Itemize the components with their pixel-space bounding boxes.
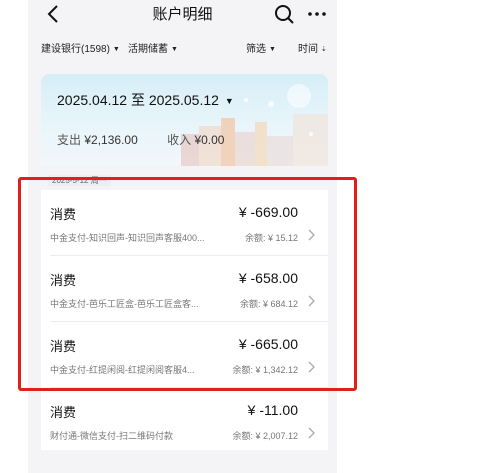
caret-down-icon: ▼ — [224, 96, 234, 106]
date-range-label: 2025.04.12 至 2025.05.12 — [57, 92, 219, 108]
transaction-amount: ¥ -11.00 — [247, 402, 298, 418]
date-group-tag: 2025-5-12 周一 — [48, 175, 111, 186]
expense-label: 支出 — [57, 133, 82, 147]
summary-totals: 支出 ¥2,136.00 收入 ¥0.00 — [57, 131, 224, 148]
transaction-row[interactable]: 消费 ¥ -11.00 财付通-微信支付-扫二维码付款 余额: ¥ 2,007.… — [41, 388, 328, 450]
chevron-right-icon — [308, 361, 315, 373]
navigation-bar: 账户明细 — [28, 0, 337, 27]
income-value: ¥0.00 — [194, 133, 225, 147]
expense-value: ¥2,136.00 — [84, 133, 138, 147]
transaction-balance: 余额: ¥ 2,007.12 — [232, 431, 298, 441]
sort-time-button[interactable]: 时间 ⇣ — [298, 40, 327, 55]
transaction-balance: 余额: ¥ 1,342.12 — [232, 365, 298, 375]
account-label: 建设银行(1598) — [41, 44, 110, 55]
summary-card: 2025.04.12 至 2025.05.12 ▼ 支出 ¥2,136.00 收入… — [41, 74, 328, 166]
transaction-balance: 余额: ¥ 684.12 — [239, 299, 298, 309]
chevron-right-icon — [308, 229, 315, 241]
caret-down-icon: ▼ — [171, 46, 178, 53]
transaction-type: 消费 — [50, 273, 77, 288]
transaction-type: 消费 — [50, 339, 77, 354]
transaction-row[interactable]: 消费 ¥ -669.00 中金支付-知识回声-知识回声客服400... 余额: … — [41, 190, 328, 256]
chevron-right-icon — [308, 295, 315, 307]
transaction-type: 消费 — [50, 405, 77, 420]
filter-button[interactable]: 筛选 ▼ — [246, 40, 276, 55]
deposit-type-selector[interactable]: 活期储蓄 ▼ — [128, 40, 178, 55]
transaction-description: 中金支付-芭乐工匠盒-芭乐工匠盒客... — [50, 299, 199, 309]
caret-down-icon: ▼ — [269, 46, 276, 53]
more-options-icon[interactable] — [306, 3, 328, 25]
transaction-description: 中金支付-知识回声-知识回声客服400... — [50, 233, 205, 243]
search-icon[interactable] — [273, 3, 295, 25]
account-selector[interactable]: 建设银行(1598) ▼ — [41, 40, 120, 55]
sort-icon: ⇣ — [321, 46, 327, 53]
sort-label: 时间 — [298, 44, 318, 55]
income-label: 收入 — [167, 133, 192, 147]
transaction-amount: ¥ -665.00 — [238, 336, 298, 352]
transaction-type: 消费 — [50, 207, 77, 222]
transaction-balance: 余额: ¥ 15.12 — [244, 233, 298, 243]
winter-scene-illustration — [181, 84, 328, 166]
transaction-description: 中金支付-红提闲阅-红提闲阅客服4... — [50, 365, 195, 375]
account-detail-screen: 账户明细 建设银行(1598) ▼ 活期储蓄 ▼ 筛选 ▼ 时间 ⇣ 2025.… — [28, 0, 337, 473]
filter-label: 筛选 — [246, 44, 266, 55]
transaction-amount: ¥ -658.00 — [238, 270, 298, 286]
filter-bar: 建设银行(1598) ▼ 活期储蓄 ▼ 筛选 ▼ 时间 ⇣ — [28, 38, 337, 58]
deposit-type-label: 活期储蓄 — [128, 44, 168, 55]
transaction-description: 财付通-微信支付-扫二维码付款 — [50, 431, 173, 441]
transaction-amount: ¥ -669.00 — [238, 204, 298, 220]
transaction-row[interactable]: 消费 ¥ -658.00 中金支付-芭乐工匠盒-芭乐工匠盒客... 余额: ¥ … — [41, 256, 328, 322]
date-range-selector[interactable]: 2025.04.12 至 2025.05.12 ▼ — [57, 90, 234, 110]
caret-down-icon: ▼ — [112, 46, 120, 53]
transaction-row[interactable]: 消费 ¥ -665.00 中金支付-红提闲阅-红提闲阅客服4... 余额: ¥ … — [41, 322, 328, 388]
chevron-right-icon — [308, 427, 315, 439]
